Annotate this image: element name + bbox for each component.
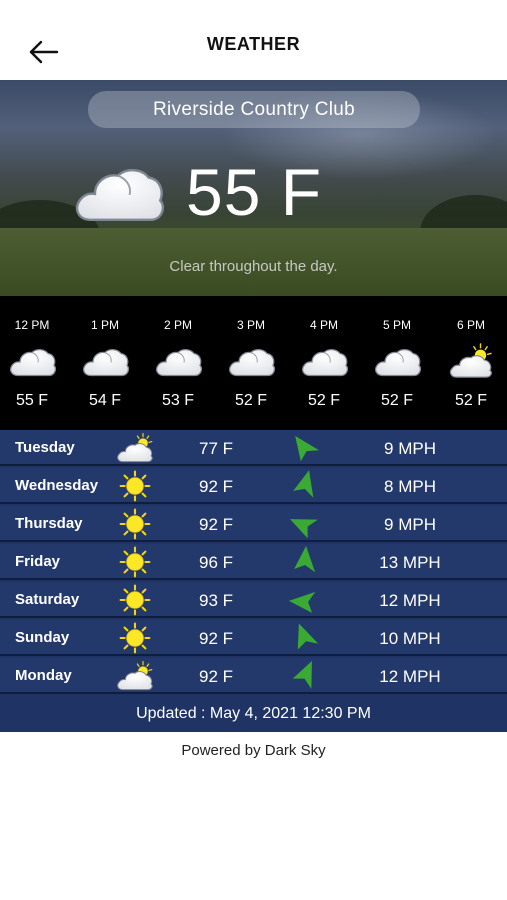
wind-direction-icon <box>283 616 328 661</box>
page-title: WEATHER <box>206 34 301 54</box>
hourly-item: 4 PM 52 F <box>292 296 356 430</box>
hour-time: 2 PM <box>163 318 192 332</box>
current-temperature: 55 F <box>186 155 323 229</box>
hour-temperature: 55 F <box>15 392 48 409</box>
day-name: Saturday <box>15 591 80 608</box>
hourly-item: 5 PM 52 F <box>365 296 429 430</box>
wind-speed: 8 MPH <box>384 477 436 496</box>
hour-time: 5 PM <box>382 318 411 332</box>
hourly-item: 1 PM 54 F <box>73 296 137 430</box>
daily-row: Monday 92 F 12 MPH <box>0 658 507 694</box>
day-name: Thursday <box>15 515 83 532</box>
hour-time: 12 PM <box>14 318 50 332</box>
day-temperature: 92 F <box>198 629 234 648</box>
day-name: Monday <box>15 667 72 684</box>
day-temperature: 77 F <box>198 439 234 458</box>
hour-temperature: 54 F <box>88 392 121 409</box>
last-updated: Updated : May 4, 2021 12:30 PM <box>136 705 371 722</box>
hour-temperature: 53 F <box>161 392 194 409</box>
sun-icon <box>115 622 155 654</box>
hour-time: 6 PM <box>456 318 485 332</box>
wind-direction-icon <box>286 429 325 468</box>
partly-sunny-icon <box>115 432 155 464</box>
forecast-summary: Clear throughout the day. <box>169 258 338 275</box>
daily-row: Sunday 92 F 10 MPH <box>0 620 507 656</box>
cloud-icon <box>80 342 130 380</box>
day-temperature: 92 F <box>198 477 234 496</box>
daily-row: Tuesday 77 F 9 MPH <box>0 430 507 466</box>
wind-speed: 9 MPH <box>384 439 436 458</box>
hour-time: 4 PM <box>309 318 338 332</box>
sun-icon <box>115 470 155 502</box>
hour-temperature: 52 F <box>454 392 487 409</box>
partly-sunny-icon <box>115 660 155 692</box>
daily-forecast: Tuesday 77 F 9 MPH Wednesday 92 F 8 MPH … <box>0 430 507 732</box>
hourly-item: 3 PM 52 F <box>219 296 283 430</box>
day-temperature: 93 F <box>198 591 234 610</box>
hourly-item: 2 PM 53 F <box>146 296 210 430</box>
day-name: Tuesday <box>15 439 75 456</box>
cloud-icon <box>372 342 422 380</box>
sun-icon <box>115 546 155 578</box>
wind-direction-icon <box>282 577 330 625</box>
wind-direction-icon <box>283 464 329 510</box>
hour-time: 3 PM <box>236 318 265 332</box>
wind-speed: 12 MPH <box>379 591 441 610</box>
day-name: Sunday <box>15 629 70 646</box>
cloud-icon <box>299 342 349 380</box>
hour-time: 1 PM <box>90 318 119 332</box>
wind-direction-icon <box>284 655 328 699</box>
wind-speed: 10 MPH <box>379 629 441 648</box>
app-header: WEATHER <box>0 0 507 80</box>
cloud-icon <box>70 156 166 228</box>
cloud-icon <box>7 342 57 380</box>
daily-row: Friday 96 F 13 MPH <box>0 544 507 580</box>
daily-row: Thursday 92 F 9 MPH <box>0 506 507 542</box>
location-name[interactable]: Riverside Country Club <box>88 91 420 128</box>
hour-temperature: 52 F <box>234 392 267 409</box>
daily-row: Wednesday 92 F 8 MPH <box>0 468 507 504</box>
partly-sunny-icon <box>446 342 496 380</box>
hourly-forecast: 12 PM 55 F 1 PM 54 F 2 PM 53 F 3 PM 52 F… <box>0 296 507 430</box>
daily-row: Saturday 93 F 12 MPH <box>0 582 507 618</box>
cloud-icon <box>226 342 276 380</box>
day-temperature: 96 F <box>198 553 234 572</box>
wind-speed: 13 MPH <box>379 553 441 572</box>
day-name: Friday <box>15 553 61 570</box>
sun-icon <box>115 508 155 540</box>
current-conditions-panel: Riverside Country Club 55 F Clear throug… <box>0 80 507 296</box>
wind-speed: 12 MPH <box>379 667 441 686</box>
day-name: Wednesday <box>15 477 99 494</box>
hour-temperature: 52 F <box>307 392 340 409</box>
sun-icon <box>115 584 155 616</box>
hour-temperature: 52 F <box>380 392 413 409</box>
wind-speed: 9 MPH <box>384 515 436 534</box>
hourly-item: 6 PM 52 F <box>439 296 503 430</box>
day-temperature: 92 F <box>198 667 234 686</box>
hourly-item: 12 PM 55 F <box>0 296 64 430</box>
cloud-icon <box>153 342 203 380</box>
day-temperature: 92 F <box>198 515 234 534</box>
powered-by-credit[interactable]: Powered by Dark Sky <box>0 742 507 759</box>
